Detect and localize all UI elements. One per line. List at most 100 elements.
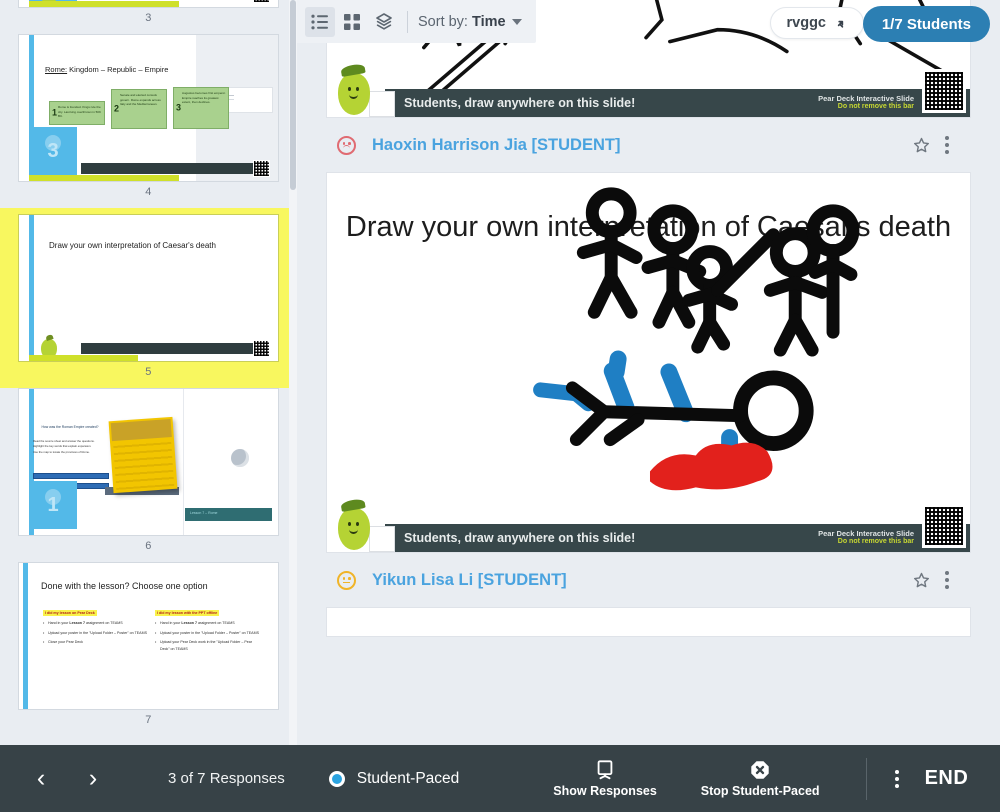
sidebar-scrollbar[interactable]	[289, 0, 297, 745]
stop-student-paced-label: Stop Student-Paced	[700, 784, 820, 798]
projector-screen-icon	[597, 760, 613, 780]
slide-avatar-number: 3	[47, 139, 59, 162]
slide-column-b: I did my lesson with the PPT offline Han…	[155, 601, 259, 656]
show-responses-label: Show Responses	[553, 784, 657, 798]
stop-student-paced-button[interactable]: Stop Student-Paced	[701, 759, 820, 798]
slide-yellow-strip	[29, 355, 138, 361]
peardeck-teacher-dashboard: 3 Rome: Kingdom – Republic – Empire 1 Ro…	[0, 0, 1000, 812]
response-student-row[interactable]: Yikun Lisa Li [STUDENT]	[326, 553, 971, 607]
qr-code-icon	[253, 160, 270, 177]
slide-thumbnail-canvas: Rome: Kingdom – Republic – Empire 1 Rome…	[18, 34, 279, 182]
pear-mascot-icon	[335, 497, 373, 550]
peardeck-interactive-bar: Students, draw anywhere on this slide! P…	[385, 89, 970, 117]
column-a-item: Hand in your Lesson 7 assignment on TEAM…	[43, 620, 147, 627]
slide-thumbnail-5-selected[interactable]: Draw your own interpretation of Caesar's…	[0, 208, 297, 388]
slide-bullets: Read the source sheet and answer the que…	[33, 439, 109, 455]
grid-view-icon[interactable]	[337, 7, 367, 37]
slide-thumbnail-3[interactable]: 3	[0, 0, 297, 34]
response-card[interactable]	[326, 607, 971, 637]
sort-by-label: Sort by:	[418, 13, 468, 30]
response-student-row[interactable]: Haoxin Harrison Jia [STUDENT]	[326, 118, 971, 172]
deckbar-brand-line1: Pear Deck Interactive Slide	[818, 93, 914, 103]
show-responses-button[interactable]: Show Responses	[553, 759, 657, 798]
slide-thumbnail-canvas: How was the Roman Empire created? Read t…	[18, 388, 279, 536]
kebab-menu-icon[interactable]	[894, 769, 899, 788]
sort-by-control[interactable]: Sort by: Time	[418, 14, 522, 30]
slide-yellow-strip	[29, 175, 180, 181]
slide-number: 5	[145, 366, 152, 378]
slide-thumbnail-canvas: Done with the lesson? Choose one option …	[18, 562, 279, 710]
bullet-item: Use the map to locate the provinces of R…	[33, 449, 90, 454]
join-code-pill[interactable]: rvggc	[769, 7, 864, 39]
slide-link-button	[33, 473, 109, 479]
slide-teal-band: Lesson 7 – Rome	[185, 508, 272, 521]
slide-green-box: 3 Augustus becomes first emperor. Empire…	[173, 87, 229, 129]
kebab-menu-icon[interactable]	[945, 136, 949, 154]
deckbar-prompt: Students, draw anywhere on this slide!	[404, 96, 636, 110]
sidebar-scrollbar-thumb[interactable]	[290, 0, 296, 190]
stack-view-icon[interactable]	[369, 7, 399, 37]
slide-heading: How was the Roman Empire created?	[41, 425, 99, 429]
student-name[interactable]: Haoxin Harrison Jia [STUDENT]	[372, 136, 620, 155]
column-a-heading: I did my lesson on Pear Deck	[43, 610, 97, 616]
slide-title-prefix: Rome:	[45, 65, 68, 74]
slide-prompt-title: Draw your own interpretation of Caesar's…	[345, 211, 952, 243]
star-outline-icon[interactable]	[912, 571, 931, 590]
peardeck-interactive-bar: Students, draw anywhere on this slide! P…	[385, 524, 970, 552]
slide-title: Draw your own interpretation of Caesar's…	[49, 241, 216, 250]
slide-number: 7	[145, 714, 152, 726]
slide-number: 6	[145, 540, 152, 552]
chevron-left-icon[interactable]: ‹	[22, 760, 60, 798]
bottom-bar-divider	[865, 757, 867, 800]
response-card[interactable]: Draw your own interpretation of Caesar's…	[326, 172, 971, 553]
octagon-x-icon	[751, 761, 769, 779]
teal-band-label: Lesson 7 – Rome	[190, 511, 218, 515]
deckbar-prompt: Students, draw anywhere on this slide!	[404, 531, 636, 545]
slide-yellow-strip	[29, 1, 180, 7]
column-b-item: Upload your Pear Deck work in the "Uploa…	[155, 639, 259, 652]
chevron-down-icon[interactable]	[511, 18, 522, 25]
responses-panel[interactable]: Students, draw anywhere on this slide! P…	[297, 0, 1000, 745]
neutral-face-icon	[337, 570, 356, 590]
end-session-button[interactable]: END	[925, 767, 969, 790]
students-count-label: 1/7 Students	[881, 15, 971, 33]
deckbar-brand: Pear Deck Interactive Slide Do not remov…	[818, 94, 914, 112]
slide-green-box: 1 Rome is founded. Kings rule the city. …	[49, 101, 105, 125]
slide-navigator-sidebar[interactable]: 3 Rome: Kingdom – Republic – Empire 1 Ro…	[0, 0, 297, 745]
sort-by-value: Time	[471, 13, 506, 30]
slide-avatar-number: 1	[47, 493, 59, 516]
pacing-status-dot	[328, 770, 345, 787]
slide-avatar-badge: 3	[29, 127, 77, 175]
sad-face-icon	[337, 135, 356, 155]
slide-title: Done with the lesson? Choose one option	[41, 581, 208, 591]
slide-column-a: I did my lesson on Pear Deck Hand in you…	[43, 601, 147, 649]
expand-arrow-icon[interactable]	[834, 17, 847, 30]
slide-avatar-badge: 1	[29, 481, 77, 529]
response-row-actions[interactable]	[912, 136, 949, 155]
column-b-item: Hand in your Lesson 7 assignment on TEAM…	[155, 620, 259, 627]
deckbar-brand: Pear Deck Interactive Slide Do not remov…	[818, 529, 914, 547]
list-view-icon[interactable]	[305, 6, 335, 37]
responses-toolbar[interactable]: Sort by: Time	[297, 0, 536, 43]
slide-thumbnail-6[interactable]: How was the Roman Empire created? Read t…	[0, 388, 297, 562]
slide-thumbnail-4[interactable]: Rome: Kingdom – Republic – Empire 1 Rome…	[0, 34, 297, 208]
presenter-bottom-bar[interactable]: ‹ › 3 of 7 Responses Student-Paced Show …	[0, 745, 1000, 812]
slide-accent-bar	[23, 563, 28, 709]
kebab-menu-icon[interactable]	[945, 571, 949, 589]
students-count-button[interactable]: 1/7 Students	[862, 6, 990, 42]
slide-green-box: 2 Senate and elected consuls govern. Rom…	[111, 89, 167, 129]
slide-document-image	[108, 416, 178, 494]
qr-code-icon	[922, 504, 966, 548]
star-outline-icon[interactable]	[912, 136, 931, 155]
chevron-right-icon[interactable]: ›	[74, 760, 112, 798]
green-box-number: 3	[176, 102, 182, 113]
response-row-actions[interactable]	[912, 571, 949, 590]
slide-accent-bar	[29, 215, 34, 361]
student-name[interactable]: Yikun Lisa Li [STUDENT]	[372, 571, 567, 590]
pear-mascot-icon	[335, 62, 373, 115]
slide-thumbnail-7[interactable]: Done with the lesson? Choose one option …	[0, 562, 297, 736]
green-box-number: 2	[114, 103, 120, 114]
response-count-label: 3 of 7 Responses	[168, 770, 285, 787]
slide-number: 4	[145, 186, 152, 198]
qr-code-icon	[253, 0, 270, 3]
